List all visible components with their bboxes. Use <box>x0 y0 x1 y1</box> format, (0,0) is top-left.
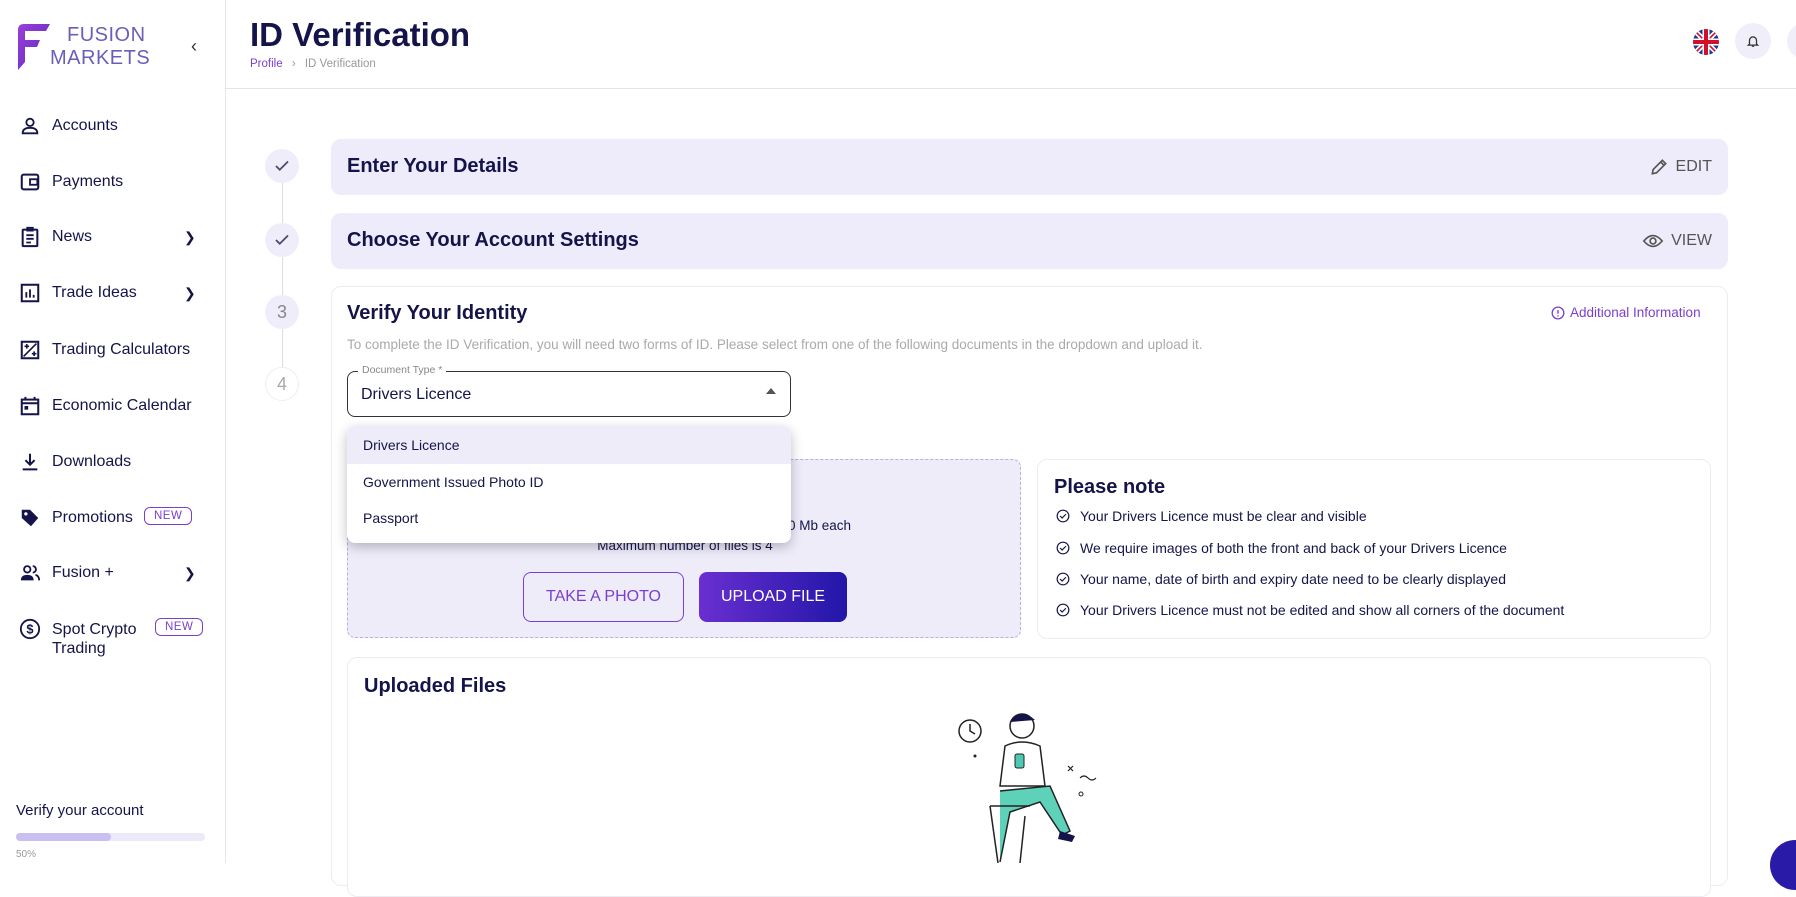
step-account-settings: Choose Your Account Settings VIEW <box>331 213 1728 269</box>
section-description: To complete the ID Verification, you wil… <box>347 337 1203 352</box>
additional-information-link[interactable]: Additional Information <box>1551 305 1701 320</box>
upload-size-limit-text: 0 Mb each <box>788 518 852 533</box>
new-badge: NEW <box>155 618 204 636</box>
sidebar-item-news[interactable]: News ❯ <box>0 217 226 257</box>
step-enter-details: Enter Your Details EDIT <box>331 139 1728 195</box>
breadcrumb: Profile › ID Verification <box>250 58 376 70</box>
download-icon <box>22 453 38 471</box>
sidebar-item-label: Promotions <box>52 509 133 526</box>
sidebar-item-label: Spot Crypto Trading <box>52 621 137 657</box>
sidebar-item-downloads[interactable]: Downloads <box>0 442 226 482</box>
sidebar-item-accounts[interactable]: Accounts <box>0 106 226 146</box>
note-item: Your Drivers Licence must be clear and v… <box>1056 508 1367 524</box>
sidebar-item-label: Payments <box>52 173 124 190</box>
check-icon <box>275 234 289 246</box>
check-circle-icon <box>1056 509 1070 523</box>
verify-progress-text: 50% <box>16 849 37 860</box>
sidebar-item-promotions[interactable]: Promotions NEW <box>0 498 226 538</box>
new-badge: NEW <box>144 507 193 525</box>
sidebar-item-label: Economic Calendar <box>52 397 192 414</box>
wallet-icon <box>20 173 40 191</box>
step-3-marker: 3 <box>265 295 299 329</box>
chat-button[interactable] <box>1770 840 1796 890</box>
document-type-label: Document Type * <box>358 364 447 376</box>
chevron-down-icon: ❯ <box>184 228 196 245</box>
document-type-dropdown: Drivers Licence Government Issued Photo … <box>347 426 791 543</box>
document-type-value: Drivers Licence <box>361 386 472 403</box>
step-1-complete <box>265 149 299 183</box>
step-title: Choose Your Account Settings <box>347 229 639 251</box>
sidebar-item-economic-calendar[interactable]: Economic Calendar <box>0 386 226 426</box>
option-drivers-licence[interactable]: Drivers Licence <box>347 426 791 464</box>
bell-icon <box>1746 36 1760 47</box>
calendar-icon <box>20 396 40 416</box>
note-item: Your name, date of birth and expiry date… <box>1056 571 1506 587</box>
check-circle-icon <box>1056 572 1070 586</box>
bar-chart-icon <box>20 283 40 303</box>
chevron-down-icon: ❯ <box>184 284 196 301</box>
step-2-complete <box>265 223 299 257</box>
sidebar-item-label: Trading Calculators <box>52 341 191 358</box>
group-icon <box>20 565 41 581</box>
take-photo-button[interactable]: TAKE A PHOTO <box>523 572 684 622</box>
collapse-sidebar-button[interactable]: ‹ <box>191 36 197 57</box>
sidebar-item-spot-crypto-trading[interactable]: $ Spot Crypto Trading NEW <box>0 618 226 662</box>
upload-file-button[interactable]: UPLOAD FILE <box>699 572 847 622</box>
view-button[interactable]: VIEW <box>1642 231 1712 251</box>
page-title: ID Verification <box>250 16 471 53</box>
sidebar-item-trading-calculators[interactable]: Trading Calculators <box>0 330 226 370</box>
step-4-marker: 4 <box>265 367 299 401</box>
step-connector <box>282 183 283 223</box>
calculator-icon <box>20 340 40 360</box>
option-passport[interactable]: Passport <box>347 501 791 538</box>
caret-up-icon <box>766 388 776 394</box>
edit-button[interactable]: EDIT <box>1649 157 1712 177</box>
verify-progress-bar <box>16 833 205 841</box>
sidebar-item-label: Accounts <box>52 117 118 134</box>
profile-avatar-button[interactable] <box>1787 23 1796 59</box>
svg-text:$: $ <box>26 622 33 637</box>
sidebar-item-label: Fusion + <box>52 564 114 581</box>
sidebar: FUSION MARKETS ‹ Accounts Payments News ❯… <box>0 0 226 863</box>
fusion-logo-icon <box>18 24 50 70</box>
sidebar-item-fusion-plus[interactable]: Fusion + ❯ <box>0 553 226 593</box>
step-connector <box>282 257 283 295</box>
document-type-select[interactable]: Document Type * Drivers Licence <box>347 364 791 417</box>
breadcrumb-profile-link[interactable]: Profile <box>250 58 283 70</box>
empty-state-illustration <box>958 713 1097 863</box>
uploaded-files-title: Uploaded Files <box>364 675 507 697</box>
note-item: Your Drivers Licence must not be edited … <box>1056 602 1564 618</box>
please-note-title: Please note <box>1054 476 1166 498</box>
sidebar-item-label: News <box>52 228 93 245</box>
eye-icon <box>1642 234 1664 248</box>
dollar-circle-icon: $ <box>19 618 41 640</box>
verify-account-label: Verify your account <box>16 802 144 819</box>
option-government-photo-id[interactable]: Government Issued Photo ID <box>347 464 791 501</box>
section-title: Verify Your Identity <box>347 302 528 324</box>
notifications-button[interactable] <box>1735 23 1771 59</box>
header: ID Verification Profile › ID Verificatio… <box>226 0 1796 89</box>
check-circle-icon <box>1056 603 1070 617</box>
check-circle-icon <box>1056 541 1070 555</box>
sidebar-item-label: Downloads <box>52 453 132 470</box>
info-icon <box>1551 306 1565 319</box>
pencil-icon <box>1650 159 1667 175</box>
breadcrumb-current: ID Verification <box>304 58 376 70</box>
note-item: We require images of both the front and … <box>1056 540 1507 556</box>
verify-progress-fill <box>16 833 111 841</box>
check-icon <box>275 160 289 172</box>
clipboard-icon <box>21 226 39 248</box>
step-title: Enter Your Details <box>347 155 519 177</box>
brand-name: FUSION MARKETS <box>50 24 151 69</box>
sidebar-item-trade-ideas[interactable]: Trade Ideas ❯ <box>0 273 226 313</box>
tag-icon <box>21 509 39 527</box>
sidebar-item-payments[interactable]: Payments <box>0 162 226 202</box>
uk-flag-icon[interactable] <box>1693 29 1719 55</box>
sidebar-item-label: Trade Ideas <box>52 284 137 301</box>
user-icon <box>21 117 39 135</box>
chevron-down-icon: ❯ <box>184 564 196 581</box>
step-connector <box>282 329 283 367</box>
